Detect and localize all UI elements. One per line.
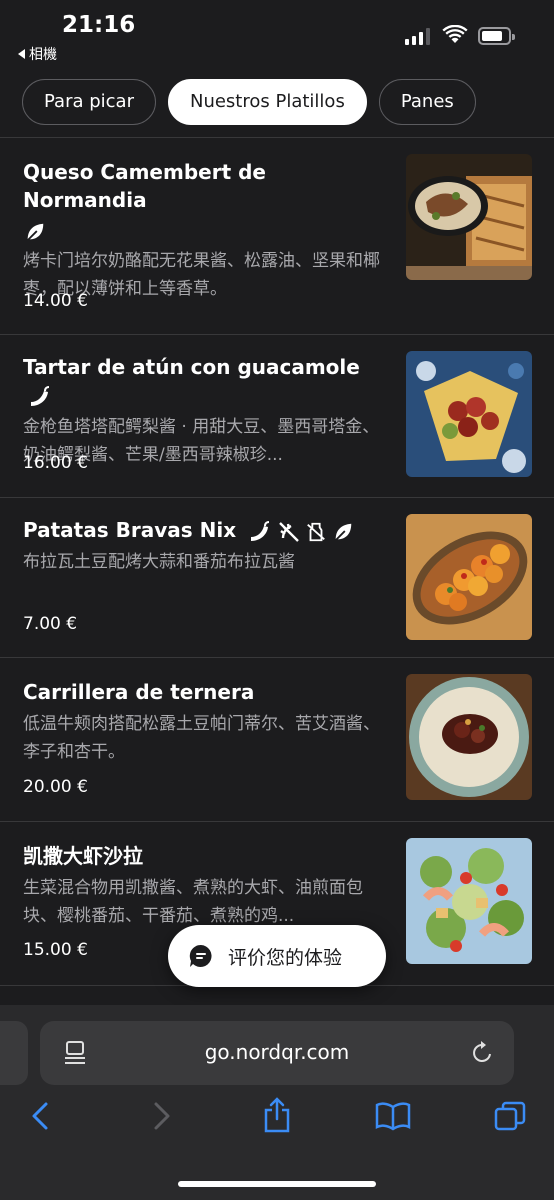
- tab-para-picar[interactable]: Para picar: [22, 78, 156, 125]
- item-name: 凯撒大虾沙拉: [23, 844, 143, 868]
- back-to-app-link[interactable]: 相機: [18, 44, 57, 64]
- chat-bubble-icon: [189, 944, 212, 967]
- address-bar[interactable]: go.nordqr.com: [40, 1021, 514, 1085]
- tab-panes[interactable]: Panes: [378, 78, 476, 125]
- back-app-label: 相機: [29, 47, 57, 63]
- no-dairy-icon: [307, 522, 325, 541]
- menu-list: Queso Camembert de Normandia 烤卡门培尔奶酪配无花果…: [0, 138, 554, 986]
- item-description: 生菜混合物用凯撒酱、煮熟的大虾、油煎面包块、樱桃番茄、干番茄、煮熟的鸡...: [23, 878, 363, 926]
- back-triangle-icon: [18, 49, 25, 59]
- home-indicator: [178, 1181, 376, 1187]
- item-price: 20.00 €: [23, 777, 88, 797]
- dish-photo-patatas-bravas: [406, 514, 532, 640]
- status-time: 21:16: [62, 12, 136, 38]
- browser-bottom-bar: go.nordqr.com: [0, 1005, 554, 1200]
- share-icon[interactable]: [262, 1097, 292, 1133]
- item-price: 14.00 €: [23, 291, 88, 311]
- browser-toolbar: [0, 1097, 554, 1141]
- tabs-icon[interactable]: [494, 1101, 526, 1133]
- wifi-icon: [442, 25, 468, 43]
- item-price: 15.00 €: [23, 940, 88, 960]
- dish-photo-carrillera: [406, 674, 532, 800]
- battery-icon: [478, 27, 515, 45]
- leaf-icon: [27, 223, 44, 241]
- item-name: Queso Camembert de Normandia: [23, 158, 393, 243]
- item-description: 低温牛颊肉搭配松露土豆帕门蒂尔、苦艾酒酱、李子和杏干。: [23, 714, 380, 762]
- tab-nuestros-platillos[interactable]: Nuestros Platillos: [167, 78, 367, 125]
- forward-icon[interactable]: [150, 1101, 172, 1131]
- menu-item[interactable]: Tartar de atún con guacamole 金枪鱼塔塔配鳄梨酱 ·…: [0, 335, 554, 498]
- item-price: 7.00 €: [23, 614, 78, 634]
- menu-item[interactable]: Patatas Bravas Nix 布拉瓦土豆配烤大蒜和番茄布拉瓦酱 7.00…: [0, 498, 554, 658]
- bookmarks-icon[interactable]: [375, 1101, 411, 1131]
- rate-experience-button[interactable]: 评价您的体验: [168, 925, 386, 987]
- chili-icon: [31, 385, 50, 406]
- url-text: go.nordqr.com: [204, 1040, 350, 1064]
- cellular-signal-icon: [405, 28, 430, 45]
- dish-photo-caesar-salad: [406, 838, 532, 964]
- category-tabs: Para picar Nuestros Platillos Panes: [0, 66, 554, 138]
- item-description: 布拉瓦土豆配烤大蒜和番茄布拉瓦酱: [23, 552, 295, 572]
- menu-item[interactable]: Queso Camembert de Normandia 烤卡门培尔奶酪配无花果…: [0, 138, 554, 335]
- dish-photo-camembert: [406, 154, 532, 280]
- rate-experience-label: 评价您的体验: [228, 946, 343, 969]
- menu-item[interactable]: Carrillera de ternera 低温牛颊肉搭配松露土豆帕门蒂尔、苦艾…: [0, 658, 554, 822]
- leaf-icon: [335, 523, 352, 541]
- back-icon[interactable]: [30, 1101, 52, 1131]
- item-name: Carrillera de ternera: [23, 680, 255, 704]
- reload-icon[interactable]: [470, 1041, 494, 1065]
- chili-icon: [251, 520, 270, 541]
- status-bar: 21:16 相機: [0, 0, 554, 66]
- previous-tab-preview[interactable]: [0, 1021, 28, 1085]
- item-price: 16.00 €: [23, 453, 88, 473]
- item-name: Patatas Bravas Nix: [23, 516, 393, 544]
- item-name: Tartar de atún con guacamole: [23, 353, 393, 409]
- dish-photo-tartar: [406, 351, 532, 477]
- no-gluten-icon: [279, 521, 299, 542]
